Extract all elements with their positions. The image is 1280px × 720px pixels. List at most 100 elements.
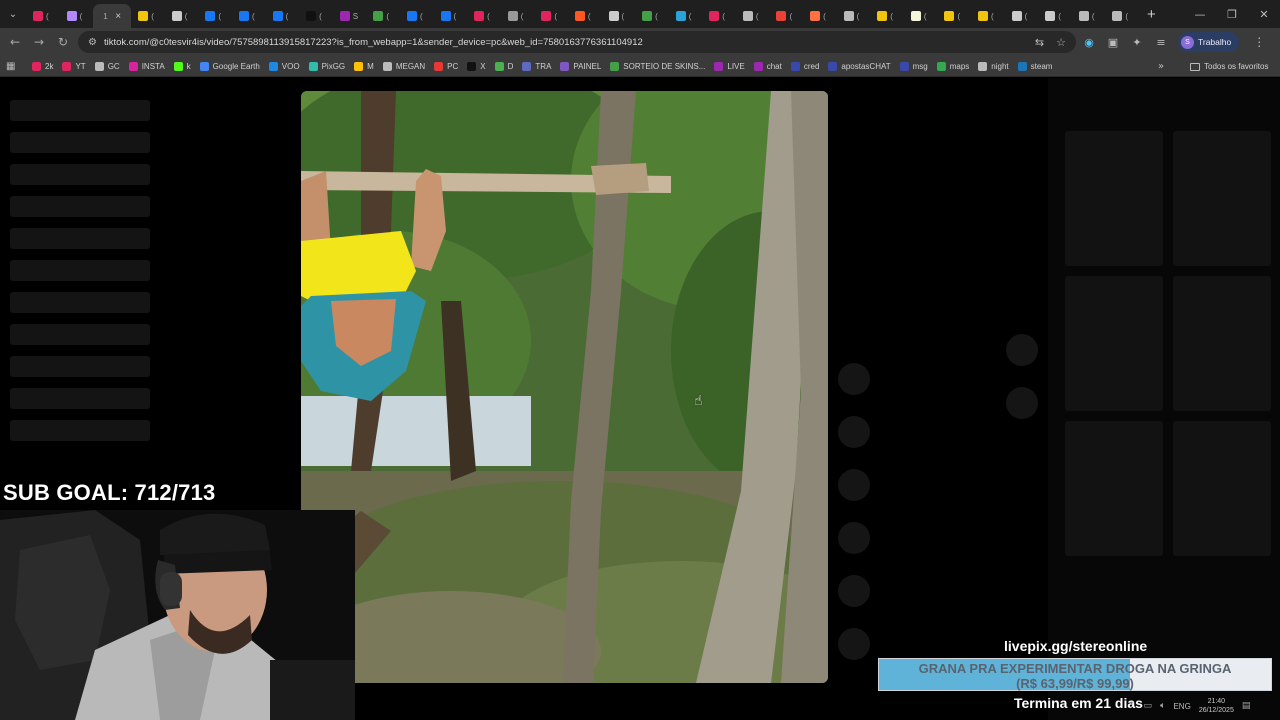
bookmark-item[interactable]: msg bbox=[899, 61, 928, 71]
browser-tab[interactable]: ( bbox=[736, 4, 770, 28]
bookmark-item[interactable]: YT bbox=[62, 61, 86, 71]
bookmark-label: MEGAN bbox=[395, 61, 426, 71]
bookmark-item[interactable]: VOO bbox=[268, 61, 300, 71]
extension-icon[interactable]: ▣ bbox=[1106, 36, 1120, 49]
volume-icon[interactable]: 🔈︎ bbox=[1160, 701, 1165, 711]
bookmark-item[interactable]: PC bbox=[434, 61, 458, 71]
browser-tab[interactable]: ( bbox=[400, 4, 434, 28]
bookmark-item[interactable]: k bbox=[173, 61, 191, 71]
reading-list-icon[interactable]: ≡ bbox=[1154, 36, 1168, 49]
bookmark-item[interactable]: night bbox=[978, 61, 1009, 71]
forward-button[interactable]: → bbox=[27, 30, 51, 54]
bookmark-item[interactable]: Google Earth bbox=[199, 61, 260, 71]
browser-tab[interactable]: ( bbox=[702, 4, 736, 28]
language-indicator[interactable]: ENG bbox=[1173, 702, 1190, 711]
browser-tab[interactable]: S bbox=[333, 4, 367, 28]
extensions-puzzle-icon[interactable]: ✦ bbox=[1130, 36, 1144, 49]
bookmarks-overflow-button[interactable]: » bbox=[1158, 56, 1164, 77]
bookmark-item[interactable]: chat bbox=[753, 61, 782, 71]
browser-tab[interactable]: ( bbox=[904, 4, 938, 28]
action-circle[interactable] bbox=[838, 628, 870, 660]
action-circle[interactable] bbox=[838, 575, 870, 607]
bookmark-item[interactable]: SORTEIO DE SKINS... bbox=[610, 61, 705, 71]
browser-tab[interactable]: ( bbox=[837, 4, 871, 28]
bookmark-item[interactable]: X bbox=[467, 61, 486, 71]
browser-tab[interactable]: ( bbox=[366, 4, 400, 28]
browser-tab[interactable]: 1 × bbox=[93, 4, 132, 28]
action-circle[interactable] bbox=[838, 363, 870, 395]
notifications-icon[interactable]: ▤ bbox=[1242, 701, 1251, 711]
network-icon[interactable]: ▭ bbox=[1144, 701, 1153, 711]
bookmark-item[interactable]: M bbox=[354, 61, 374, 71]
reload-button[interactable]: ↻ bbox=[51, 30, 75, 54]
tab-favicon-icon bbox=[66, 11, 77, 21]
browser-tab[interactable]: ( bbox=[60, 4, 94, 28]
bookmark-item[interactable]: cred bbox=[790, 61, 819, 71]
menu-kebab-icon[interactable]: ⋮ bbox=[1253, 35, 1265, 49]
bookmark-item[interactable]: 2k bbox=[32, 61, 53, 71]
back-button[interactable]: ← bbox=[3, 30, 27, 54]
action-circle[interactable] bbox=[838, 522, 870, 554]
nav-arrow-circle[interactable] bbox=[1006, 387, 1038, 419]
browser-tab[interactable]: ( bbox=[1005, 4, 1039, 28]
browser-tab[interactable]: ( bbox=[266, 4, 300, 28]
tray-chevron-icon[interactable]: ⌃ bbox=[1128, 701, 1136, 711]
close-window-button[interactable]: ✕ bbox=[1248, 0, 1280, 28]
bookmark-star-icon[interactable]: ☆ bbox=[1056, 36, 1066, 49]
browser-tab[interactable]: ( bbox=[165, 4, 199, 28]
skeleton-bar bbox=[10, 260, 150, 281]
all-bookmarks-folder[interactable]: Todos os favoritos bbox=[1190, 56, 1268, 77]
browser-tab[interactable]: ( bbox=[635, 4, 669, 28]
bookmark-item[interactable]: INSTA bbox=[128, 61, 165, 71]
bookmark-item[interactable]: PAINEL bbox=[560, 61, 601, 71]
bookmark-item[interactable]: LIVE bbox=[714, 61, 745, 71]
browser-tab[interactable]: ( bbox=[434, 4, 468, 28]
browser-tab[interactable]: ( bbox=[937, 4, 971, 28]
browser-tab[interactable]: ( bbox=[501, 4, 535, 28]
apps-grid-icon[interactable]: ▦ bbox=[6, 61, 32, 72]
browser-tab[interactable]: ( bbox=[1038, 4, 1072, 28]
browser-tab[interactable]: ( bbox=[1105, 4, 1139, 28]
browser-tab[interactable]: ( bbox=[26, 4, 60, 28]
browser-tab[interactable]: ( bbox=[198, 4, 232, 28]
browser-tab[interactable]: ( bbox=[971, 4, 1005, 28]
bookmark-item[interactable]: GC bbox=[94, 61, 120, 71]
new-tab-button[interactable]: + bbox=[1147, 6, 1156, 23]
restore-button[interactable]: ❐ bbox=[1216, 0, 1248, 28]
browser-tab[interactable]: ( bbox=[299, 4, 333, 28]
browser-tab[interactable]: ( bbox=[131, 4, 165, 28]
nav-arrow-circle[interactable] bbox=[1006, 334, 1038, 366]
browser-tab[interactable]: ( bbox=[803, 4, 837, 28]
video-player[interactable] bbox=[301, 91, 828, 683]
browser-tab[interactable]: ( bbox=[534, 4, 568, 28]
bookmark-item[interactable]: MEGAN bbox=[382, 61, 426, 71]
translate-icon[interactable]: ⇆ bbox=[1035, 36, 1044, 49]
tab-close-icon[interactable]: × bbox=[115, 11, 121, 22]
chevron-down-icon[interactable]: ⌄ bbox=[0, 0, 26, 28]
browser-tab[interactable]: ( bbox=[870, 4, 904, 28]
profile-button[interactable]: S Trabalho bbox=[1178, 32, 1240, 52]
browser-tab[interactable]: ( bbox=[669, 4, 703, 28]
skeleton-bar bbox=[10, 292, 150, 313]
minimize-button[interactable]: — bbox=[1184, 0, 1216, 28]
bookmark-item[interactable]: TRA bbox=[522, 61, 551, 71]
browser-tab[interactable]: ( bbox=[568, 4, 602, 28]
browser-tab[interactable]: ( bbox=[602, 4, 636, 28]
bookmark-item[interactable]: apostasCHAT bbox=[828, 61, 891, 71]
action-circle[interactable] bbox=[838, 469, 870, 501]
browser-tab[interactable]: ( bbox=[769, 4, 803, 28]
browser-tab[interactable]: ( bbox=[232, 4, 266, 28]
action-circle[interactable] bbox=[838, 416, 870, 448]
extension-icon[interactable]: ◉ bbox=[1082, 36, 1096, 49]
bookmark-item[interactable]: steam bbox=[1017, 61, 1052, 71]
bookmark-item[interactable]: PixGG bbox=[308, 61, 345, 71]
bookmark-item[interactable]: D bbox=[494, 61, 513, 71]
site-info-icon[interactable]: ⚙ bbox=[88, 37, 97, 48]
taskbar-clock[interactable]: 21:40 26/12/2025 bbox=[1199, 697, 1234, 715]
url-text[interactable]: tiktok.com/@c0tesvir4is/video/7575898113… bbox=[104, 37, 643, 48]
browser-tab[interactable]: ( bbox=[1072, 4, 1106, 28]
browser-tab[interactable]: ( bbox=[467, 4, 501, 28]
address-bar[interactable]: ⚙ tiktok.com/@c0tesvir4is/video/75758981… bbox=[78, 31, 1076, 53]
bookmark-item[interactable]: maps bbox=[936, 61, 969, 71]
skeleton-bar bbox=[10, 356, 150, 377]
